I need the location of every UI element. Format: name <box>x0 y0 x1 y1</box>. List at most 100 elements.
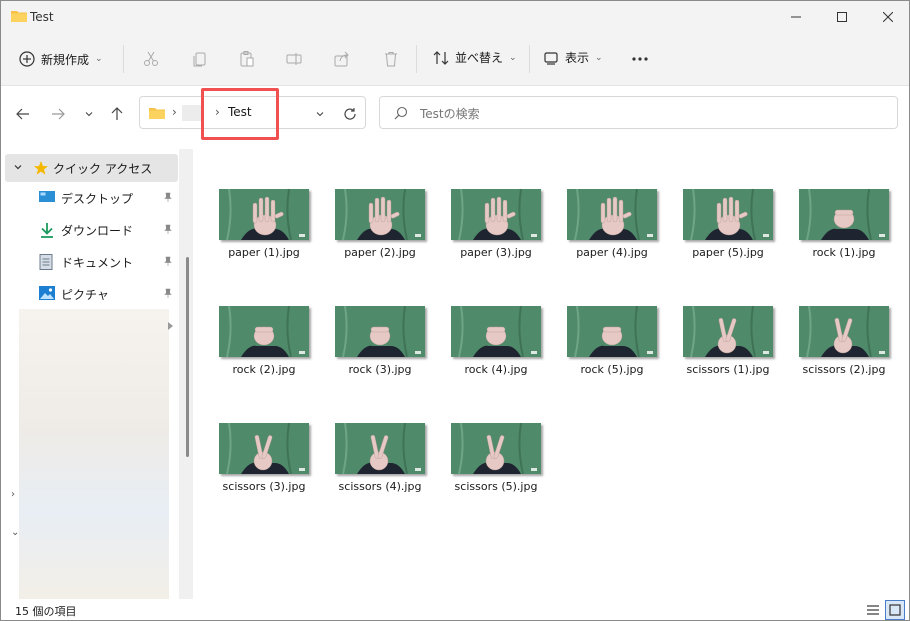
file-item[interactable]: scissors (3).jpg <box>208 422 314 513</box>
toolbar-divider <box>416 45 417 73</box>
download-icon <box>41 223 53 238</box>
sidebar-item-documents[interactable]: ドキュメント <box>37 249 183 275</box>
chevron-down-icon <box>85 112 93 117</box>
file-name: rock (5).jpg <box>580 363 644 376</box>
cut-button[interactable] <box>140 48 162 70</box>
chevron-down-icon: ⌄ <box>95 54 103 64</box>
pin-icon <box>164 192 172 202</box>
large-icons-view-button[interactable] <box>885 600 905 620</box>
forward-button[interactable] <box>47 103 69 125</box>
folder-icon <box>149 108 165 119</box>
file-item[interactable]: paper (4).jpg <box>556 188 662 279</box>
minimize-button[interactable] <box>773 1 819 33</box>
close-icon <box>883 12 893 22</box>
file-item[interactable]: paper (5).jpg <box>672 188 778 279</box>
file-item[interactable]: scissors (4).jpg <box>324 422 430 513</box>
delete-icon <box>385 52 397 67</box>
chevron-down-icon <box>316 112 324 117</box>
image-thumbnail <box>683 188 773 241</box>
sort-button[interactable]: 並べ替え ⌄ <box>433 49 517 66</box>
file-item[interactable]: paper (1).jpg <box>208 188 314 279</box>
cut-icon <box>144 51 158 66</box>
file-item[interactable]: rock (5).jpg <box>556 305 662 396</box>
pin-icon <box>164 288 172 298</box>
share-button[interactable] <box>331 48 353 70</box>
image-thumbnail <box>219 305 309 358</box>
file-name: scissors (2).jpg <box>802 363 886 376</box>
new-button[interactable]: 新規作成 ⌄ <box>19 49 103 69</box>
chevron-down-icon: ⌄ <box>509 52 517 63</box>
sidebar-item-downloads[interactable]: ダウンロード <box>37 217 183 243</box>
sidebar-redacted-area <box>19 309 169 599</box>
rename-button[interactable] <box>283 48 305 70</box>
plus-circle-icon <box>19 51 35 67</box>
navigation-pane: クイック アクセス デスクトップ ダウンロード ドキュメント ピクチャ › ⌄ <box>1 149 193 599</box>
sidebar-item-pictures[interactable]: ピクチャ <box>37 281 183 307</box>
arrow-up-icon <box>111 107 123 120</box>
search-box[interactable]: Testの検索 <box>379 96 898 129</box>
file-item[interactable]: rock (1).jpg <box>788 188 894 279</box>
file-item[interactable]: scissors (5).jpg <box>440 422 546 513</box>
file-name: rock (4).jpg <box>464 363 528 376</box>
image-thumbnail <box>451 422 541 475</box>
file-item[interactable]: rock (2).jpg <box>208 305 314 396</box>
file-item[interactable]: scissors (2).jpg <box>788 305 894 396</box>
sidebar-item-quick-access[interactable]: クイック アクセス <box>5 154 178 182</box>
paste-icon <box>240 51 254 67</box>
file-item[interactable]: rock (3).jpg <box>324 305 430 396</box>
image-thumbnail <box>219 422 309 475</box>
copy-button[interactable] <box>189 48 211 70</box>
recent-locations-button[interactable] <box>78 103 100 125</box>
close-button[interactable] <box>865 1 909 33</box>
file-item[interactable]: paper (3).jpg <box>440 188 546 279</box>
image-thumbnail <box>683 305 773 358</box>
share-icon <box>334 51 349 67</box>
file-name: paper (2).jpg <box>344 246 416 259</box>
arrow-left-icon <box>16 108 29 120</box>
window-title: Test <box>30 10 54 24</box>
pin-icon <box>164 256 172 266</box>
document-icon <box>39 254 53 270</box>
image-thumbnail <box>799 188 889 241</box>
maximize-icon <box>837 12 847 22</box>
title-bar: Test <box>1 1 909 33</box>
image-thumbnail <box>335 305 425 358</box>
paste-button[interactable] <box>236 48 258 70</box>
refresh-button[interactable] <box>340 104 360 124</box>
arrow-right-icon <box>52 108 65 120</box>
breadcrumb-highlight <box>201 88 279 140</box>
file-item[interactable]: rock (4).jpg <box>440 305 546 396</box>
more-options-button[interactable] <box>629 48 651 70</box>
minimize-icon <box>791 16 801 18</box>
up-button[interactable] <box>106 103 128 125</box>
breadcrumb-separator-icon: › <box>172 105 177 119</box>
file-item[interactable]: paper (2).jpg <box>324 188 430 279</box>
details-view-button[interactable] <box>865 602 881 618</box>
back-button[interactable] <box>12 103 34 125</box>
sidebar-item-desktop[interactable]: デスクトップ <box>37 185 183 211</box>
delete-button[interactable] <box>380 48 402 70</box>
sidebar-scrollbar-thumb[interactable] <box>186 257 189 457</box>
rename-icon <box>286 53 302 65</box>
breadcrumb-redacted <box>182 105 202 121</box>
view-button[interactable]: 表示 ⌄ <box>543 49 603 66</box>
chevron-down-icon[interactable]: ⌄ <box>11 527 19 538</box>
refresh-icon <box>344 108 356 120</box>
explorer-window: Test 新規作成 ⌄ 並べ替え ⌄ 表示 ⌄ › › Test Testの検索… <box>0 0 910 621</box>
pin-icon <box>164 224 172 234</box>
chevron-right-icon[interactable]: › <box>11 489 15 500</box>
navigation-bar: › › Test Testの検索 <box>1 86 909 138</box>
image-thumbnail <box>451 305 541 358</box>
maximize-button[interactable] <box>819 1 865 33</box>
toolbar-divider <box>529 45 530 73</box>
sidebar-item-label: ドキュメント <box>61 256 134 270</box>
desktop-icon <box>39 191 55 202</box>
image-thumbnail <box>219 188 309 241</box>
file-grid: paper (1).jpg paper (2).jpg paper (3).jpg p… <box>197 149 909 599</box>
file-item[interactable]: scissors (1).jpg <box>672 305 778 396</box>
copy-icon <box>193 52 206 67</box>
status-bar: 15 個の項目 <box>1 599 909 620</box>
details-view-icon <box>867 605 879 615</box>
address-dropdown-button[interactable] <box>310 104 330 124</box>
sort-icon <box>433 50 449 65</box>
